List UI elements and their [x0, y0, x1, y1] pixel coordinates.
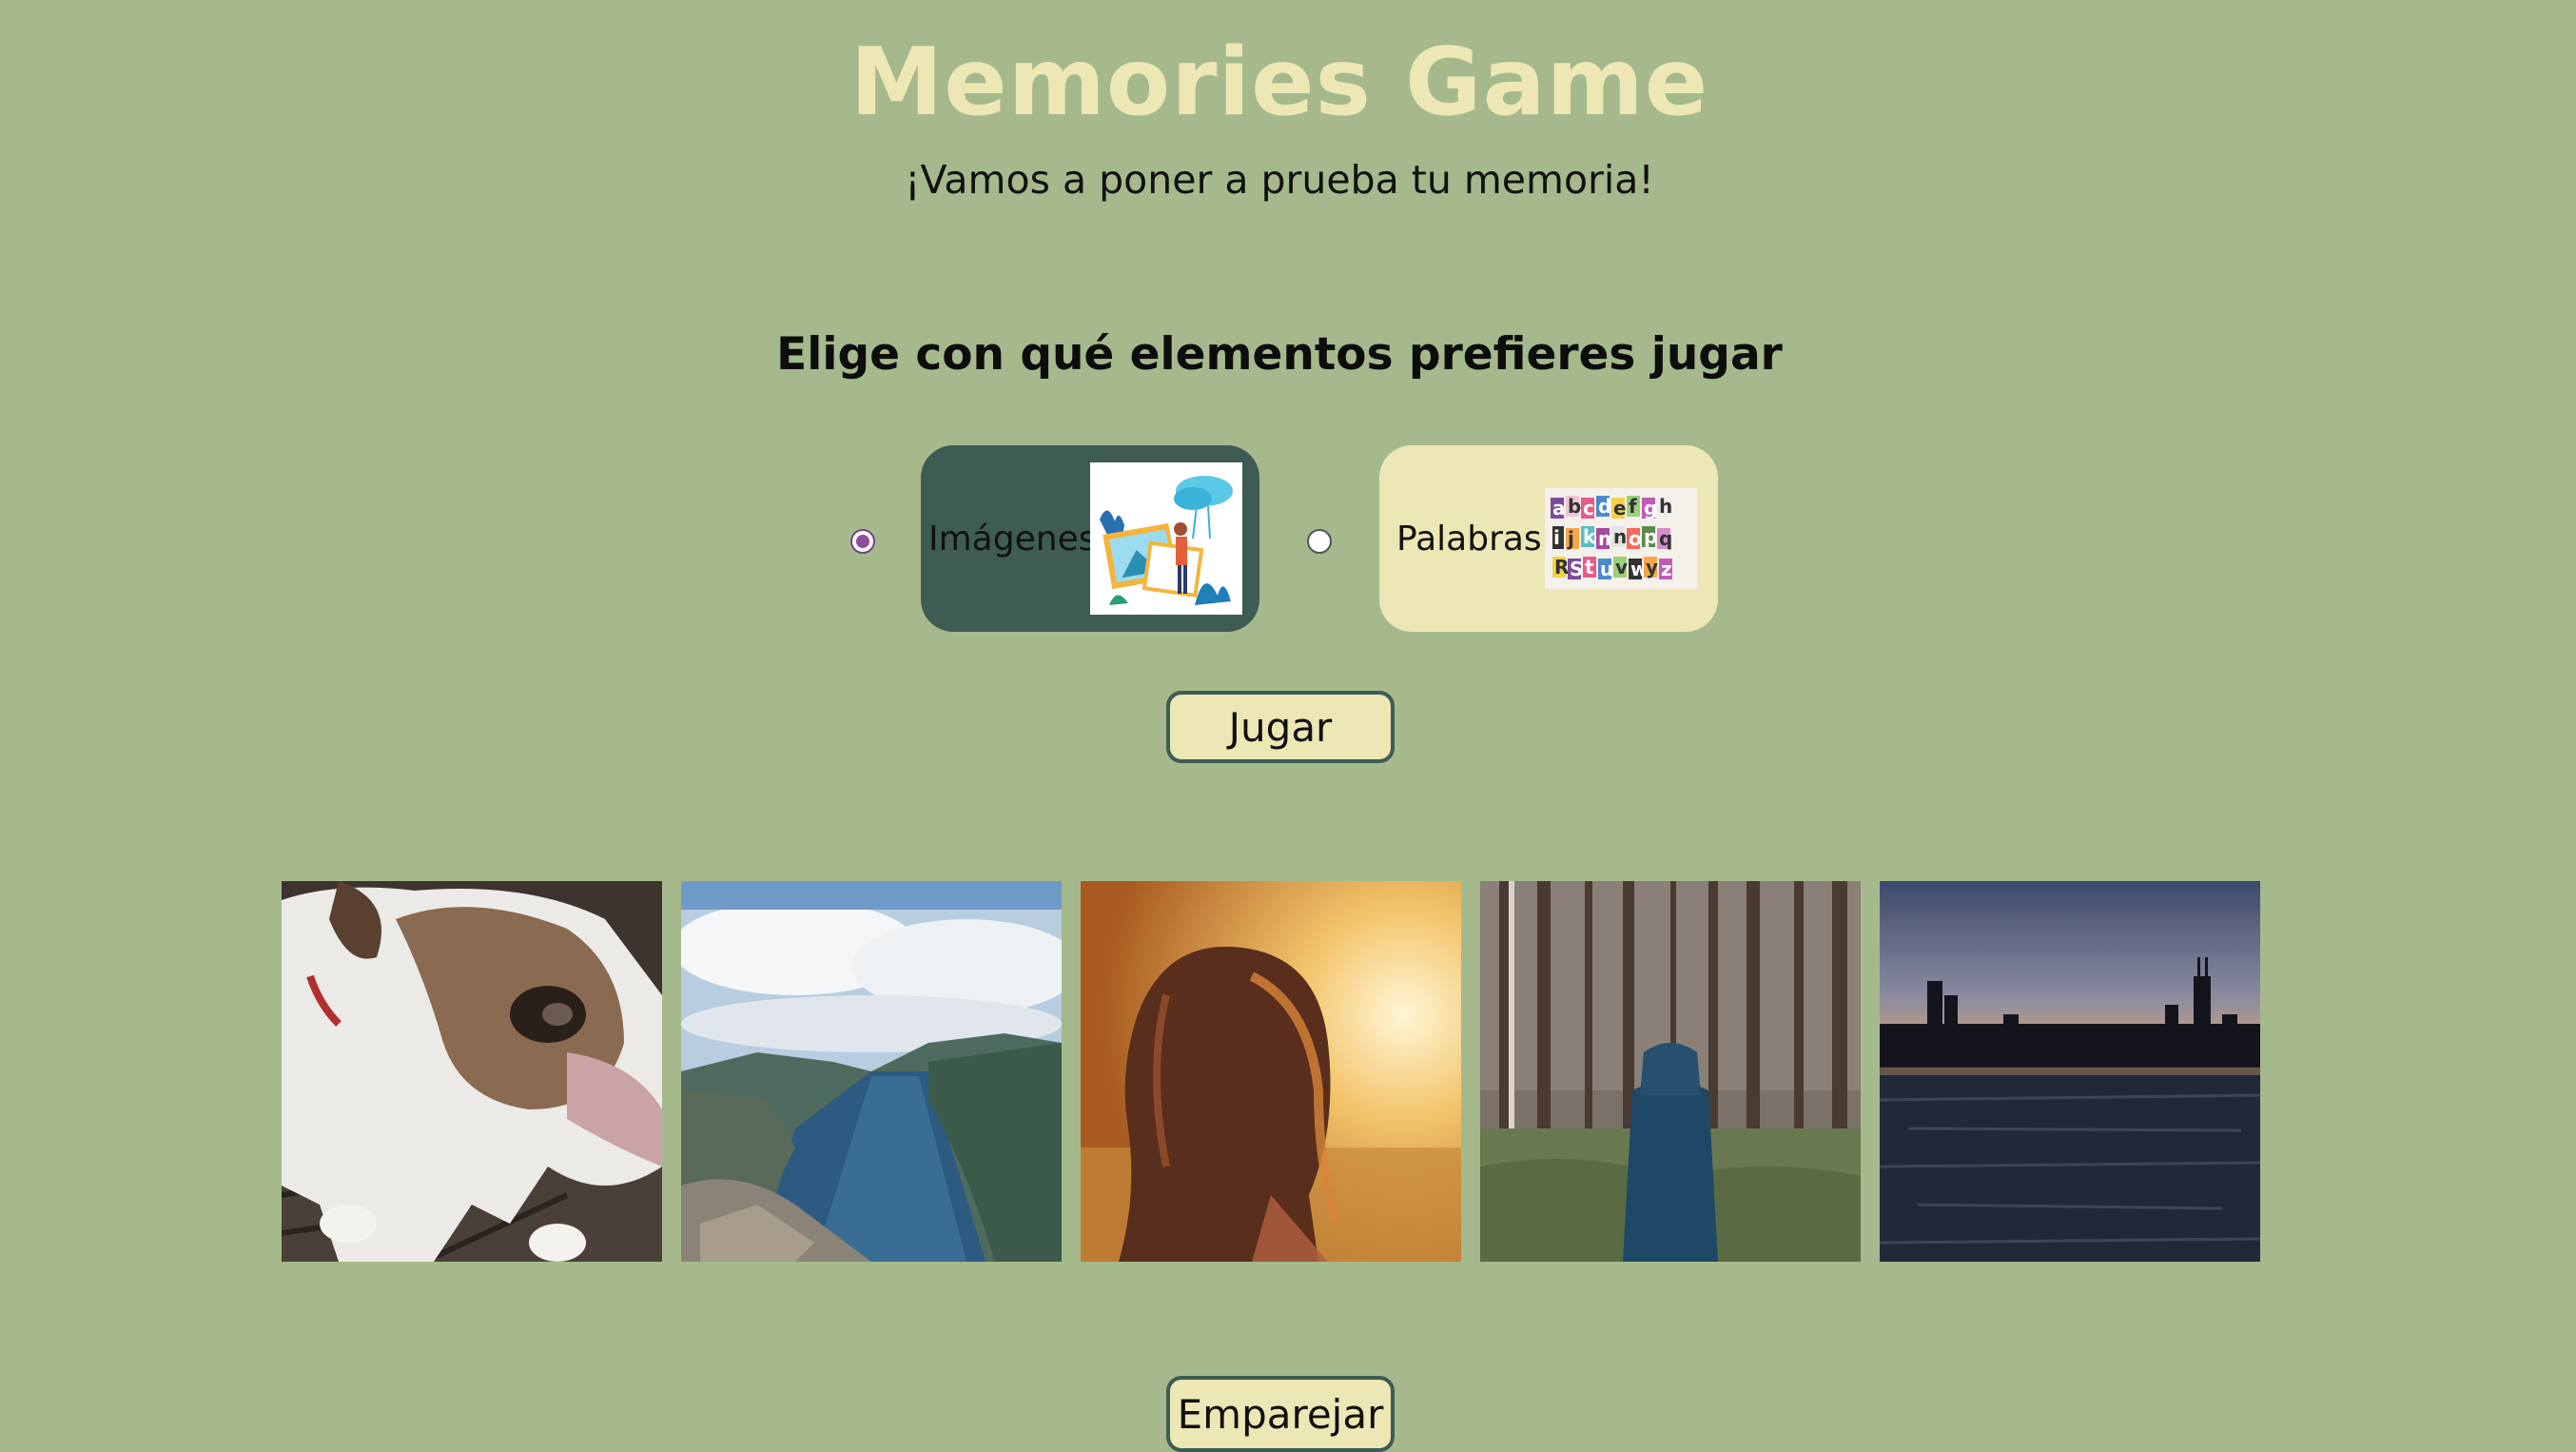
option-words[interactable]: Palabras a b c d e f g h i j k m n o p q… — [1379, 445, 1718, 632]
svg-text:h: h — [1659, 495, 1672, 518]
svg-text:a: a — [1552, 497, 1566, 520]
bulldog-photo — [282, 881, 662, 1262]
page-subtitle: ¡Vamos a poner a prueba tu memoria! — [905, 157, 1654, 203]
svg-text:q: q — [1659, 527, 1672, 550]
cutout-letters-icon: a b c d e f g h i j k m n o p q R S t u — [1545, 488, 1697, 589]
radio-images[interactable] — [850, 529, 875, 554]
match-button[interactable]: Emparejar — [1166, 1376, 1395, 1452]
illustration-photos-icon — [1090, 462, 1242, 615]
city-skyline-photo — [1880, 881, 2260, 1262]
card-bulldog[interactable] — [282, 881, 662, 1262]
svg-text:j: j — [1567, 527, 1574, 550]
svg-text:v: v — [1615, 556, 1628, 579]
svg-text:u: u — [1600, 558, 1613, 580]
card-fjord[interactable] — [681, 881, 1062, 1262]
svg-text:f: f — [1629, 495, 1637, 518]
svg-text:n: n — [1613, 525, 1627, 548]
option-words-label: Palabras — [1396, 519, 1542, 559]
forest-person-photo — [1480, 881, 1861, 1262]
svg-text:y: y — [1646, 556, 1658, 579]
option-images[interactable]: Imágenes — [921, 445, 1259, 632]
radio-words[interactable] — [1307, 529, 1332, 554]
svg-text:b: b — [1568, 495, 1581, 518]
card-forest-person[interactable] — [1480, 881, 1861, 1262]
svg-text:p: p — [1644, 525, 1657, 548]
option-images-label: Imágenes — [928, 519, 1097, 559]
svg-text:o: o — [1629, 527, 1642, 550]
svg-text:d: d — [1598, 495, 1611, 518]
fjord-photo — [681, 881, 1062, 1262]
svg-text:c: c — [1583, 497, 1594, 520]
svg-text:e: e — [1613, 497, 1627, 520]
choose-heading: Elige con qué elementos prefieres jugar — [776, 328, 1783, 381]
svg-text:z: z — [1661, 558, 1672, 580]
page-title: Memories Game — [849, 29, 1709, 137]
svg-text:R: R — [1554, 556, 1569, 579]
girl-sunset-photo — [1081, 881, 1461, 1262]
play-button[interactable]: Jugar — [1166, 691, 1395, 763]
svg-text:S: S — [1570, 558, 1583, 580]
svg-text:i: i — [1553, 526, 1560, 549]
card-girl-sunset[interactable] — [1081, 881, 1461, 1262]
svg-text:k: k — [1583, 525, 1596, 548]
svg-text:t: t — [1585, 556, 1594, 579]
svg-text:g: g — [1644, 497, 1657, 520]
card-city-skyline[interactable] — [1880, 881, 2260, 1262]
